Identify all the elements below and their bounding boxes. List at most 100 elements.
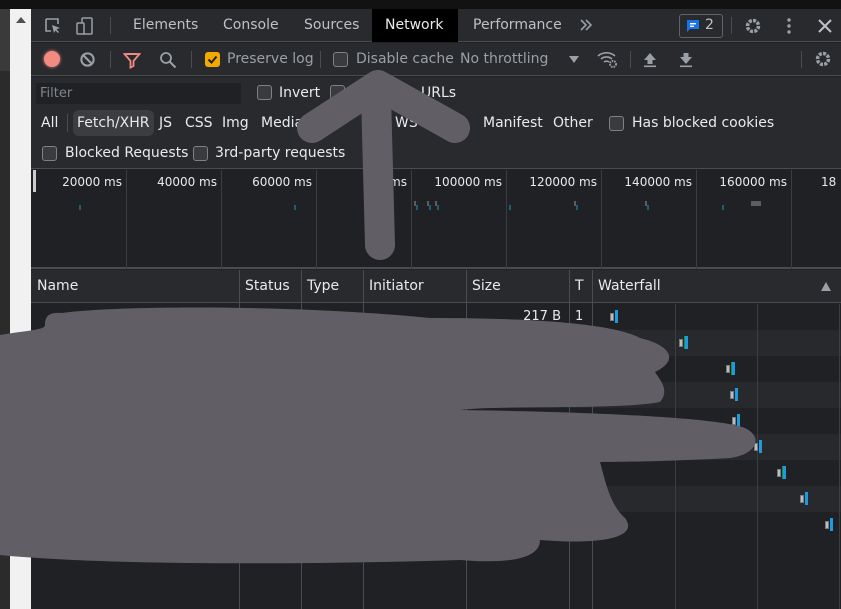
tab-elements[interactable]: Elements xyxy=(120,9,211,42)
preserve-log-checkbox[interactable] xyxy=(205,52,220,67)
throttling-dropdown-arrow-icon[interactable] xyxy=(569,56,579,63)
throttling-select[interactable]: No throttling xyxy=(460,51,548,67)
waterfall-gridline xyxy=(757,304,758,609)
search-icon[interactable] xyxy=(159,51,177,69)
size-cell: 242 B xyxy=(523,413,561,428)
size-cell: 217 B xyxy=(523,309,561,324)
column-header-waterfall[interactable]: Waterfall xyxy=(592,270,661,303)
waterfall-bar[interactable] xyxy=(731,362,735,375)
divider xyxy=(110,17,111,34)
settings-gear-icon[interactable] xyxy=(744,17,762,35)
column-header-name[interactable]: Name xyxy=(31,270,78,303)
filter-funnel-icon[interactable] xyxy=(123,51,141,69)
overview-request-mark xyxy=(509,205,511,210)
device-toolbar-icon[interactable] xyxy=(76,17,94,35)
clear-icon[interactable] xyxy=(79,51,96,68)
type-filter-fetch-xhr[interactable]: Fetch/XHR xyxy=(73,110,154,136)
blocked-requests-label[interactable]: Blocked Requests xyxy=(65,145,188,161)
table-row[interactable]: 242 B 1 xyxy=(31,408,841,434)
overview-gridline xyxy=(791,170,792,269)
table-row[interactable] xyxy=(31,460,841,486)
disable-cache-checkbox[interactable] xyxy=(333,52,348,67)
type-filter-other[interactable]: Other xyxy=(549,110,597,136)
hide-data-urls-checkbox[interactable] xyxy=(330,85,345,100)
export-har-download-icon[interactable] xyxy=(678,51,694,68)
record-button-icon[interactable] xyxy=(44,51,60,67)
close-devtools-icon[interactable] xyxy=(816,17,834,35)
devtools-tab-bar: Elements Console Sources Network Perform… xyxy=(31,9,841,42)
overview-tick-label: 160000 ms xyxy=(719,175,787,189)
type-filter-ws[interactable]: WS xyxy=(391,110,422,136)
network-toolbar: Preserve log Disable cache No throttling xyxy=(31,43,841,76)
preserve-log-label[interactable]: Preserve log xyxy=(227,51,314,67)
waterfall-bar[interactable] xyxy=(615,310,618,323)
table-row[interactable] xyxy=(31,382,841,408)
type-filter-media[interactable]: Media xyxy=(257,110,307,136)
waterfall-bar[interactable] xyxy=(830,518,833,531)
waterfall-bar[interactable] xyxy=(782,466,786,479)
overview-tick-label: 140000 ms xyxy=(624,175,692,189)
page-content-block xyxy=(0,9,10,71)
type-filter-all[interactable]: All xyxy=(37,110,62,136)
tab-performance[interactable]: Performance xyxy=(460,9,575,42)
column-header-time[interactable]: T xyxy=(569,270,584,303)
filter-input[interactable] xyxy=(36,83,241,104)
column-header-size[interactable]: Size xyxy=(466,270,501,303)
has-blocked-cookies-label[interactable]: Has blocked cookies xyxy=(632,115,774,131)
divider xyxy=(67,114,68,132)
waterfall-bar[interactable] xyxy=(805,492,808,505)
column-header-type[interactable]: Type xyxy=(301,270,339,303)
third-party-requests-checkbox[interactable] xyxy=(193,146,208,161)
column-divider xyxy=(301,270,302,609)
column-header-status[interactable]: Status xyxy=(239,270,290,303)
scroll-up-arrow-icon[interactable] xyxy=(16,17,26,23)
tab-network[interactable]: Network xyxy=(372,9,458,42)
table-row[interactable] xyxy=(31,330,841,356)
column-divider xyxy=(239,270,240,609)
more-options-kebab-icon[interactable] xyxy=(780,17,798,35)
table-row[interactable] xyxy=(31,486,841,512)
table-row[interactable] xyxy=(31,512,841,538)
page-scrollbar[interactable] xyxy=(10,9,31,609)
overview-request-mark xyxy=(429,205,431,210)
waterfall-bar[interactable] xyxy=(759,440,762,453)
tab-console[interactable]: Console xyxy=(210,9,292,42)
waterfall-bar[interactable] xyxy=(737,414,740,427)
type-filter-js[interactable]: JS xyxy=(155,110,176,136)
table-row[interactable]: 217 B 1 xyxy=(31,304,841,330)
sort-ascending-icon[interactable] xyxy=(821,282,831,291)
more-tabs-chevron-icon[interactable] xyxy=(579,18,593,32)
import-har-upload-icon[interactable] xyxy=(642,51,658,68)
table-row[interactable] xyxy=(31,356,841,382)
network-conditions-wifi-icon[interactable] xyxy=(597,50,618,69)
type-filter-css[interactable]: CSS xyxy=(181,110,217,136)
overview-request-mark xyxy=(294,205,296,210)
column-header-initiator[interactable]: Initiator xyxy=(363,270,424,303)
divider xyxy=(191,51,192,68)
issues-badge[interactable]: 2 xyxy=(679,14,723,38)
time-cell: 1 xyxy=(575,309,584,324)
waterfall-bar[interactable] xyxy=(735,388,738,401)
divider xyxy=(801,51,802,68)
third-party-requests-label[interactable]: 3rd-party requests xyxy=(215,145,345,161)
invert-checkbox[interactable] xyxy=(257,85,272,100)
hide-data-urls-label[interactable]: URLs xyxy=(421,85,456,101)
type-filter-img[interactable]: Img xyxy=(218,110,253,136)
blocked-requests-checkbox[interactable] xyxy=(42,146,57,161)
inspect-element-icon[interactable] xyxy=(44,17,62,35)
divider xyxy=(731,17,732,34)
waterfall-gridline xyxy=(839,304,840,609)
type-filter-manifest[interactable]: Manifest xyxy=(479,110,547,136)
invert-label[interactable]: Invert xyxy=(279,85,320,101)
disable-cache-label[interactable]: Disable cache xyxy=(356,51,454,67)
network-settings-gear-icon[interactable] xyxy=(814,50,832,68)
overview-tick-label: 100000 ms xyxy=(434,175,502,189)
waterfall-bar[interactable] xyxy=(684,336,688,349)
has-blocked-cookies-checkbox[interactable] xyxy=(609,116,624,131)
network-overview-timeline[interactable]: 20000 ms 40000 ms 60000 ms 8 ms 100000 m… xyxy=(31,170,841,269)
waterfall-waiting-segment xyxy=(800,495,804,503)
table-row[interactable] xyxy=(31,434,841,460)
tab-sources[interactable]: Sources xyxy=(291,9,372,42)
overview-request-mark xyxy=(576,205,578,210)
overview-tick-label: 18 xyxy=(821,175,837,189)
